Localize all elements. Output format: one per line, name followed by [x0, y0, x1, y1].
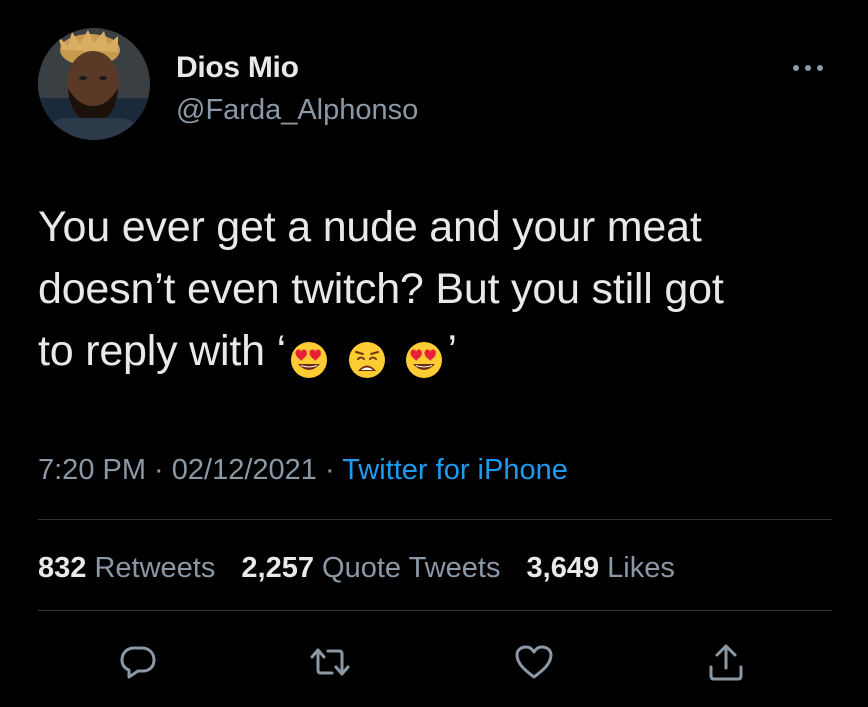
tweet-detail: Dios Mio @Farda_Alphonso You ever get a …	[0, 0, 868, 707]
heart-eyes-emoji	[406, 341, 443, 378]
tweet-actions	[0, 632, 868, 692]
retweets-count: 832	[38, 552, 87, 584]
quote-tweets-stat[interactable]: 2,257 Quote Tweets	[241, 546, 500, 590]
quote-tweets-count: 2,257	[241, 552, 314, 584]
display-name[interactable]: Dios Mio	[176, 50, 418, 86]
meta-separator: ·	[316, 454, 343, 486]
tweet-text-line: doesn’t even twitch? But you still got	[38, 265, 724, 313]
retweets-label: Retweets	[94, 552, 216, 584]
weary-face-emoji	[348, 341, 385, 378]
likes-count: 3,649	[526, 552, 600, 584]
tweet-meta: 7:20 PM · 02/12/2021 · Twitter for iPhon…	[38, 448, 568, 492]
emoji-group	[286, 326, 448, 388]
share-icon	[709, 644, 743, 681]
tweet-text-fragment: to reply with ‘	[38, 327, 286, 375]
tweet-text-line: You ever get a nude and your meat	[38, 203, 702, 251]
tweet-source-link[interactable]: Twitter for iPhone	[342, 454, 568, 486]
more-options-button[interactable]	[788, 58, 828, 78]
user-handle[interactable]: @Farda_Alphonso	[176, 92, 418, 128]
tweet-text: You ever get a nude and your meat doesn’…	[38, 196, 838, 388]
reply-button[interactable]	[116, 640, 160, 684]
reply-icon	[120, 646, 156, 679]
author-info: Dios Mio @Farda_Alphonso	[176, 50, 418, 128]
avatar[interactable]	[38, 28, 150, 140]
likes-stat[interactable]: 3,649 Likes	[527, 546, 675, 590]
divider	[38, 610, 832, 611]
like-heart-icon	[515, 645, 553, 679]
tweet-text-line: to reply with ‘ ’	[38, 320, 838, 388]
tweet-time[interactable]: 7:20 PM	[38, 454, 146, 486]
retweets-stat[interactable]: 832 Retweets	[38, 546, 215, 590]
tweet-text-fragment: ’	[447, 327, 457, 375]
likes-label: Likes	[607, 552, 675, 584]
quote-tweets-label: Quote Tweets	[322, 552, 501, 584]
tweet-date[interactable]: 02/12/2021	[172, 454, 317, 486]
share-button[interactable]	[704, 640, 748, 684]
profile-photo	[38, 28, 150, 140]
divider	[38, 519, 832, 520]
retweet-icon	[310, 648, 350, 676]
retweet-button[interactable]	[308, 640, 352, 684]
like-button[interactable]	[512, 640, 556, 684]
heart-eyes-emoji	[290, 341, 327, 378]
tweet-stats: 832 Retweets 2,257 Quote Tweets 3,649 Li…	[38, 546, 693, 590]
more-horizontal-icon	[793, 65, 823, 71]
meta-separator: ·	[146, 454, 172, 486]
